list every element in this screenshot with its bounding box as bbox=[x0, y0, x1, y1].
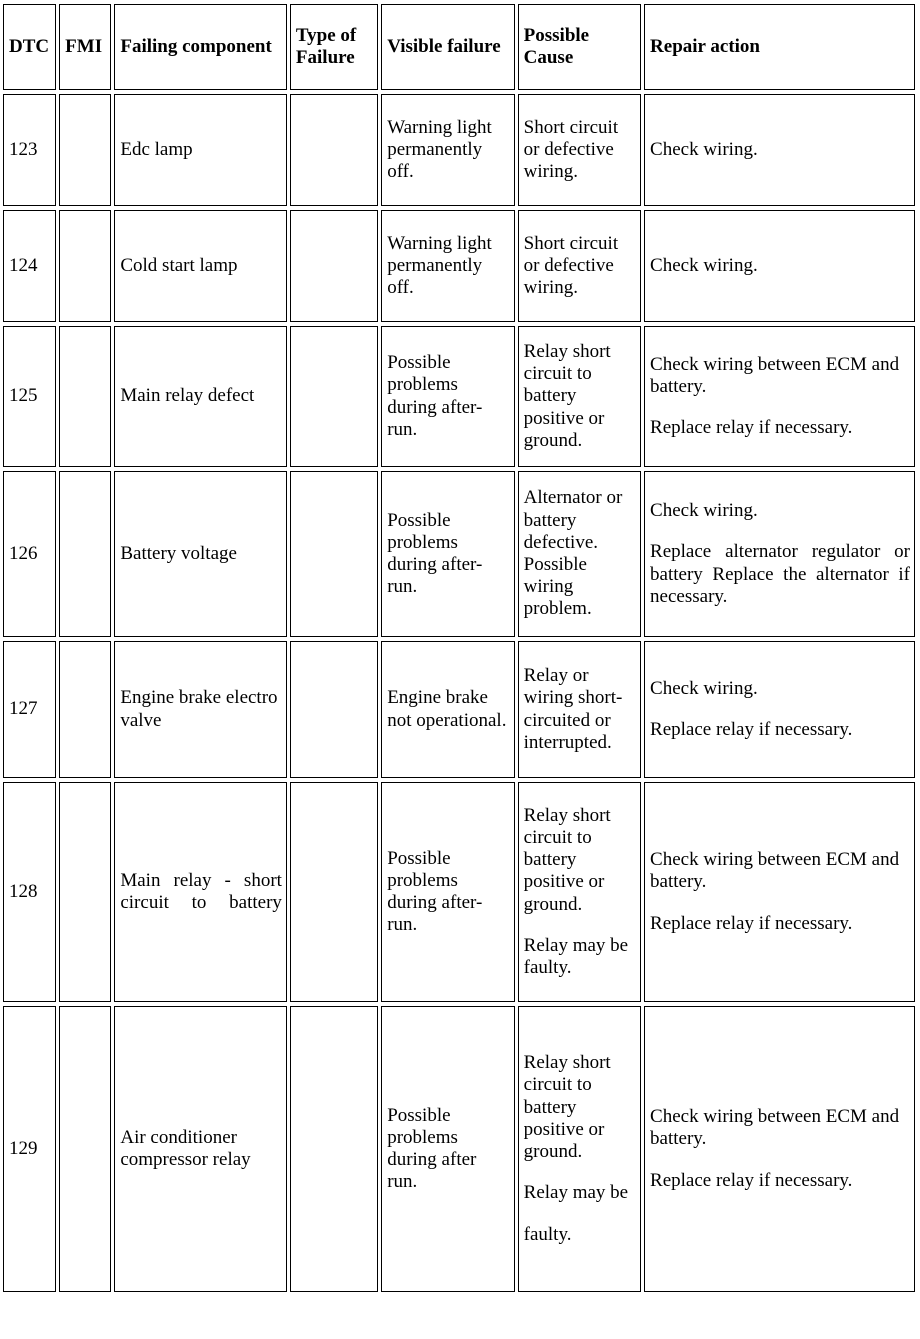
repair-action-line: Check wiring between ECM and battery. bbox=[650, 353, 900, 397]
possible-cause-line: Relay may be bbox=[523, 1182, 629, 1204]
possible-cause-line: faulty. bbox=[523, 1223, 572, 1245]
repair-action-line: Check wiring between ECM and battery. bbox=[650, 849, 900, 893]
repair-action-line: Check wiring. bbox=[650, 138, 758, 160]
cell-fmi bbox=[59, 641, 112, 778]
table-row: 127 Engine brake electro valve Engine br… bbox=[3, 641, 915, 778]
possible-cause-line: Relay short circuit to battery positive … bbox=[523, 804, 611, 915]
repair-action-line: Check wiring between ECM and battery. bbox=[650, 1106, 900, 1150]
cell-repair-action: Check wiring between ECM and battery. Re… bbox=[644, 782, 915, 1002]
cell-dtc: 123 bbox=[3, 94, 57, 206]
cell-repair-action: Check wiring. Replace alternator regulat… bbox=[644, 471, 915, 637]
cell-repair-action: Check wiring between ECM and battery. Re… bbox=[644, 326, 915, 467]
table-row: 123 Edc lamp Warning light permanently o… bbox=[3, 94, 915, 206]
column-header-type-of-failure: Type of Failure bbox=[289, 4, 379, 90]
cell-repair-action: Check wiring between ECM and battery. Re… bbox=[644, 1006, 915, 1292]
repair-action-line: Check wiring. bbox=[650, 254, 758, 276]
cell-possible-cause: Relay short circuit to battery positive … bbox=[517, 1006, 642, 1292]
column-header-repair-action: Repair action bbox=[644, 4, 915, 90]
cell-possible-cause: Short circuit or defective wiring. bbox=[517, 210, 642, 322]
column-header-failing-component: Failing component bbox=[114, 4, 287, 90]
cell-type-of-failure bbox=[289, 210, 379, 322]
cell-dtc: 124 bbox=[3, 210, 57, 322]
cell-failing-component: Main relay defect bbox=[114, 326, 287, 467]
cell-possible-cause: Relay short circuit to battery positive … bbox=[517, 782, 642, 1002]
cell-fmi bbox=[59, 471, 112, 637]
possible-cause-line: Relay may be faulty. bbox=[523, 934, 629, 979]
cell-visible-failure: Possible problems during after run. bbox=[381, 1006, 515, 1292]
cell-fmi bbox=[59, 326, 112, 467]
cell-fmi bbox=[59, 94, 112, 206]
repair-action-line: Replace relay if necessary. bbox=[650, 719, 853, 740]
repair-action-line: Replace alternator regulator or battery … bbox=[650, 541, 910, 607]
cell-repair-action: Check wiring. bbox=[644, 94, 915, 206]
cell-failing-component: Battery voltage bbox=[114, 471, 287, 637]
column-header-dtc: DTC bbox=[3, 4, 57, 90]
repair-action-line: Replace relay if necessary. bbox=[650, 417, 853, 439]
table-row: 129 Air conditioner compressor relay Pos… bbox=[3, 1006, 915, 1292]
cell-visible-failure: Possible problems during after-run. bbox=[381, 326, 515, 467]
cell-dtc: 127 bbox=[3, 641, 57, 778]
failing-component-text: Main relay - short circuit to battery bbox=[120, 869, 282, 913]
column-header-fmi: FMI bbox=[59, 4, 112, 90]
cell-failing-component: Air conditioner compressor relay bbox=[114, 1006, 287, 1292]
cell-fmi bbox=[59, 210, 112, 322]
repair-action-line: Check wiring. bbox=[650, 677, 758, 699]
cell-failing-component: Engine brake electro valve bbox=[114, 641, 287, 778]
cell-possible-cause: Relay or wiring short-circuited or inter… bbox=[517, 641, 642, 778]
cell-possible-cause: Alternator or battery defective. Possibl… bbox=[517, 471, 642, 637]
cell-dtc: 129 bbox=[3, 1006, 57, 1292]
table-header-row: DTC FMI Failing component Type of Failur… bbox=[3, 4, 915, 90]
cell-type-of-failure bbox=[289, 1006, 379, 1292]
cell-type-of-failure bbox=[289, 94, 379, 206]
cell-dtc: 125 bbox=[3, 326, 57, 467]
cell-fmi bbox=[59, 782, 112, 1002]
cell-type-of-failure bbox=[289, 782, 379, 1002]
cell-possible-cause: Short circuit or defective wiring. bbox=[517, 94, 642, 206]
dtc-fault-code-table: DTC FMI Failing component Type of Failur… bbox=[0, 0, 918, 1296]
repair-action-line: Check wiring. bbox=[650, 500, 758, 522]
repair-action-line: Replace relay if necessary. bbox=[650, 1169, 853, 1191]
cell-dtc: 128 bbox=[3, 782, 57, 1002]
cell-type-of-failure bbox=[289, 326, 379, 467]
table-row: 126 Battery voltage Possible problems du… bbox=[3, 471, 915, 637]
cell-repair-action: Check wiring. Replace relay if necessary… bbox=[644, 641, 915, 778]
cell-visible-failure: Warning light permanently off. bbox=[381, 94, 515, 206]
document-page: DTC FMI Failing component Type of Failur… bbox=[0, 0, 920, 1339]
repair-action-line: Replace relay if necessary. bbox=[650, 912, 853, 934]
cell-visible-failure: Warning light permanently off. bbox=[381, 210, 515, 322]
cell-visible-failure: Possible problems during after-run. bbox=[381, 782, 515, 1002]
column-header-possible-cause: Possible Cause bbox=[517, 4, 642, 90]
cell-visible-failure: Engine brake not operational. bbox=[381, 641, 515, 778]
table-row: 128 Main relay - short circuit to batter… bbox=[3, 782, 915, 1002]
cell-failing-component: Main relay - short circuit to battery bbox=[114, 782, 287, 1002]
cell-failing-component: Cold start lamp bbox=[114, 210, 287, 322]
cell-repair-action: Check wiring. bbox=[644, 210, 915, 322]
table-row: 124 Cold start lamp Warning light perman… bbox=[3, 210, 915, 322]
cell-failing-component: Edc lamp bbox=[114, 94, 287, 206]
cell-type-of-failure bbox=[289, 641, 379, 778]
cell-possible-cause: Relay short circuit to battery positive … bbox=[517, 326, 642, 467]
cell-type-of-failure bbox=[289, 471, 379, 637]
column-header-visible-failure: Visible failure bbox=[381, 4, 515, 90]
possible-cause-line: Relay short circuit to battery positive … bbox=[523, 1052, 611, 1163]
cell-fmi bbox=[59, 1006, 112, 1292]
cell-dtc: 126 bbox=[3, 471, 57, 637]
cell-visible-failure: Possible problems during after-run. bbox=[381, 471, 515, 637]
table-row: 125 Main relay defect Possible problems … bbox=[3, 326, 915, 467]
